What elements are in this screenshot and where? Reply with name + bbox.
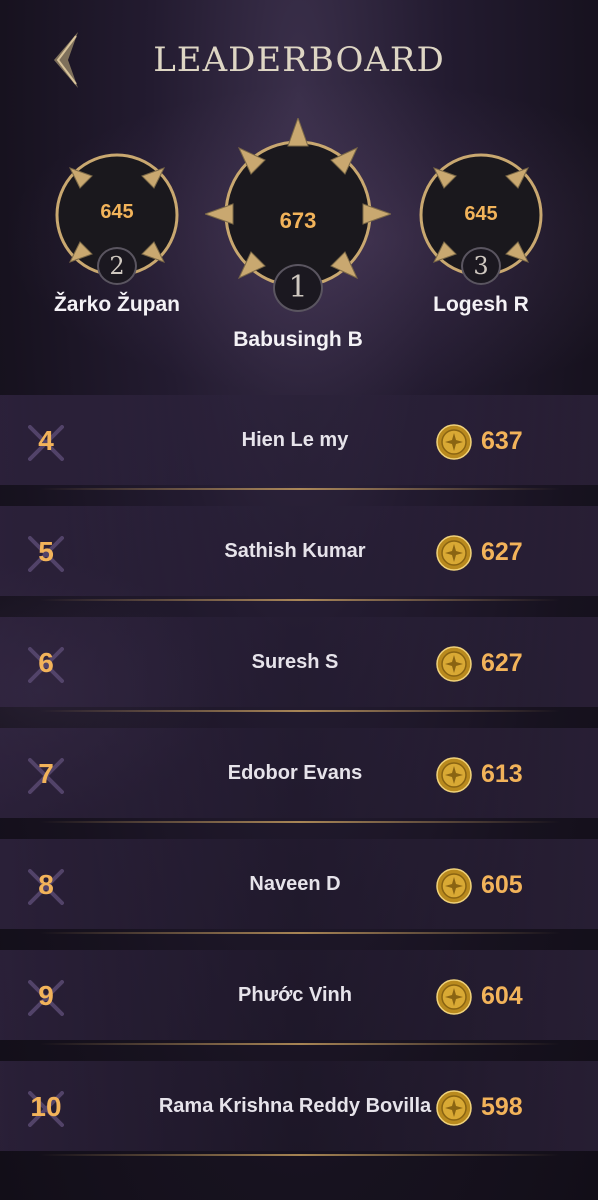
leaderboard-row[interactable]: 8 Naveen D 605 (0, 831, 598, 941)
row-score: 598 (481, 1093, 523, 1121)
row-divider (40, 932, 560, 934)
gold-coin-icon (436, 424, 472, 460)
row-divider (40, 1043, 560, 1045)
row-rank: 6 (18, 643, 74, 687)
gold-coin-icon (436, 535, 472, 571)
row-player-name: Naveen D (249, 873, 341, 895)
leaderboard-row[interactable]: 7 Edobor Evans 613 (0, 720, 598, 830)
row-player-name: Phước Vinh (238, 984, 352, 1006)
podium-score: 673 (279, 208, 317, 233)
gold-coin-icon (436, 979, 472, 1015)
row-score: 637 (481, 427, 523, 455)
row-player-name: Edobor Evans (227, 762, 363, 784)
gold-coin-icon (436, 646, 472, 682)
leaderboard-row[interactable]: 9 Phước Vinh 604 (0, 942, 598, 1052)
row-player-name: Rama Krishna Reddy Bovilla (158, 1095, 432, 1117)
row-player-name: Suresh S (251, 651, 339, 673)
row-rank-number: 5 (38, 536, 54, 567)
row-rank: 5 (18, 532, 74, 576)
row-rank-number: 8 (38, 869, 54, 900)
row-rank-number: 10 (30, 1091, 62, 1122)
row-score: 627 (481, 538, 523, 566)
row-player-name: Sathish Kumar (224, 540, 366, 562)
podium-rank: 3 (461, 247, 501, 285)
podium-name: Babusingh B (233, 328, 363, 351)
row-score: 627 (481, 649, 523, 677)
podium-score: 645 (464, 203, 498, 225)
page-title: LEADERBOARD (153, 40, 445, 80)
rank-badge: 645 3 (416, 150, 546, 285)
podium-name: Žarko Župan (53, 293, 180, 316)
podium-second[interactable]: 645 2 Žarko Župan (52, 150, 182, 320)
row-rank: 4 (18, 421, 74, 465)
row-rank: 8 (18, 865, 74, 909)
row-rank-number: 9 (38, 980, 54, 1011)
leaderboard-row[interactable]: 10 Rama Krishna Reddy Bovilla 598 (0, 1053, 598, 1163)
row-divider (40, 821, 560, 823)
rank-badge: 645 2 (52, 150, 182, 285)
row-rank: 9 (18, 976, 74, 1020)
row-rank: 10 (18, 1087, 74, 1131)
row-score: 613 (481, 760, 523, 788)
podium-third[interactable]: 645 3 Logesh R (416, 150, 546, 320)
row-rank-number: 6 (38, 647, 54, 678)
podium-score: 645 (100, 201, 134, 223)
gold-coin-icon (436, 868, 472, 904)
row-rank: 7 (18, 754, 74, 798)
podium-rank: 1 (273, 264, 323, 312)
podium-rank: 2 (97, 247, 137, 285)
gold-coin-icon (436, 757, 472, 793)
gold-coin-icon (436, 1090, 472, 1126)
row-divider (40, 710, 560, 712)
podium-first[interactable]: 673 1 Babusingh B (205, 118, 391, 358)
leaderboard-row[interactable]: 5 Sathish Kumar 627 (0, 498, 598, 608)
podium-name: Logesh R (433, 293, 529, 316)
row-rank-number: 4 (38, 425, 54, 456)
row-divider (40, 1154, 560, 1156)
row-score: 605 (481, 871, 523, 899)
row-score: 604 (481, 982, 523, 1010)
rank-badge: 673 1 (205, 118, 391, 312)
row-divider (40, 599, 560, 601)
row-divider (40, 488, 560, 490)
leaderboard-row[interactable]: 4 Hien Le my 637 (0, 387, 598, 497)
leaderboard-row[interactable]: 6 Suresh S 627 (0, 609, 598, 719)
row-player-name: Hien Le my (241, 429, 349, 451)
row-rank-number: 7 (38, 758, 54, 789)
